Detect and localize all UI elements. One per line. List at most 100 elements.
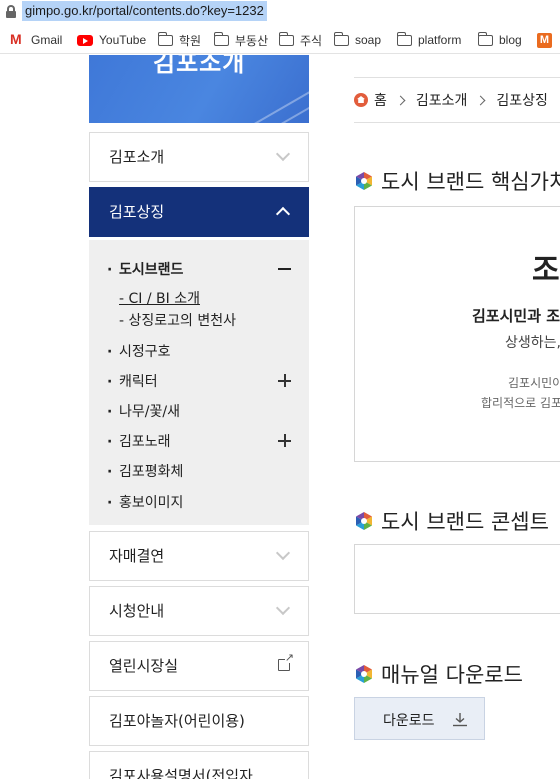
bookmark-folder-academy[interactable]: 학원	[157, 31, 202, 49]
chevron-right-icon	[475, 95, 486, 105]
breadcrumb-home[interactable]: 홈	[374, 90, 387, 110]
section-title-text: 매뉴얼 다운로드	[381, 663, 523, 687]
gimpo-logo-icon	[356, 172, 372, 190]
bookmark-label: blog	[499, 33, 522, 47]
submenu-label: 홍보이미지	[119, 495, 184, 511]
download-button[interactable]: 다운로드	[354, 697, 485, 740]
section-title-text: 도시 브랜드 핵심가치	[381, 170, 560, 194]
bookmark-folder-platform[interactable]: platform	[396, 31, 462, 49]
bookmark-folder-blog[interactable]: blog	[477, 31, 522, 49]
m-app-icon: M	[537, 32, 552, 48]
external-link-icon	[278, 652, 294, 671]
bookmark-gmail[interactable]: Gmail	[10, 31, 62, 49]
bookmarks-bar: Gmail YouTube 학원 부동산 주식 soap platform bl…	[0, 26, 560, 54]
submenu-label: 상징로고의 변천사	[128, 313, 237, 329]
sidebar-item-label: 김포사용설명서(전입자	[109, 767, 253, 779]
chevron-right-icon	[395, 95, 406, 105]
sidebar-item-symbols[interactable]: 김포상징	[89, 187, 309, 237]
minus-icon[interactable]	[278, 268, 291, 270]
bookmark-label: Gmail	[31, 33, 63, 47]
bookmark-folder-soap[interactable]: soap	[333, 31, 382, 49]
bookmark-label: platform	[418, 33, 462, 47]
folder-icon	[278, 31, 294, 46]
gimpo-logo-icon	[356, 512, 372, 530]
folder-icon	[333, 31, 349, 46]
gmail-icon	[10, 31, 25, 47]
core-values-heading: 조	[532, 253, 560, 288]
youtube-icon	[77, 34, 93, 46]
bookmark-label: 학원	[179, 33, 202, 48]
sidebar-item-city-hall-info[interactable]: 시청안내	[89, 586, 309, 636]
bookmark-label: YouTube	[99, 33, 147, 47]
submenu-label: CI / BI 소개	[128, 291, 200, 307]
gimpo-logo-icon	[356, 665, 372, 683]
submenu-item-ci-bi[interactable]: - CI / BI 소개	[119, 288, 200, 308]
sidebar-item-newcomer-guide[interactable]: 김포사용설명서(전입자	[89, 751, 309, 779]
chevron-down-icon	[275, 146, 291, 162]
bookmark-label: 부동산	[235, 33, 269, 48]
sidebar-item-label: 열린시장실	[109, 657, 179, 675]
bookmark-folder-stocks[interactable]: 주식	[278, 31, 323, 49]
folder-icon	[213, 31, 229, 46]
banner-title: 김포소개	[153, 55, 246, 77]
submenu-label: 김포평화체	[119, 464, 184, 480]
submenu-item-tree-flower-bird[interactable]: · 나무/꽃/새	[107, 401, 180, 421]
sidebar-item-kids[interactable]: 김포야놀자(어린이용)	[89, 696, 309, 746]
section-title-core-values: 도시 브랜드 핵심가치	[354, 166, 560, 196]
submenu-label: 시정구호	[119, 344, 171, 360]
sidebar-item-about[interactable]: 김포소개	[89, 132, 309, 182]
submenu-label: 나무/꽃/새	[119, 404, 180, 420]
submenu-label: 캐릭터	[119, 374, 158, 390]
sidebar-item-label: 김포야놀자(어린이용)	[109, 712, 245, 730]
submenu-item-song[interactable]: · 김포노래	[107, 431, 171, 451]
submenu-item-character[interactable]: · 캐릭터	[107, 371, 158, 391]
breadcrumb-about[interactable]: 김포소개	[416, 90, 468, 110]
plus-icon[interactable]	[278, 374, 291, 387]
bookmark-folder-realestate[interactable]: 부동산	[213, 31, 269, 49]
submenu-item-promo-images[interactable]: · 홍보이미지	[107, 492, 183, 512]
submenu-item-slogan[interactable]: · 시정구호	[107, 341, 171, 361]
sidebar-item-label: 자매결연	[109, 547, 165, 565]
sidebar-banner: 김포소개	[89, 55, 309, 123]
divider	[354, 77, 560, 78]
chevron-down-icon	[275, 600, 291, 616]
folder-icon	[157, 31, 173, 46]
folder-icon	[477, 31, 493, 46]
download-label: 다운로드	[383, 713, 435, 729]
core-values-line: 상생하는,	[505, 335, 560, 351]
address-bar[interactable]: gimpo.go.kr/portal/contents.do?key=1232	[0, 0, 560, 24]
section-title-concept: 도시 브랜드 콘셉트	[354, 506, 549, 536]
core-values-box: 조 김포시민과 조 상생하는, 김포시민이 합리적으로 김포	[354, 206, 560, 462]
breadcrumb: 홈 김포소개 김포상징	[354, 85, 560, 115]
download-icon	[453, 713, 467, 727]
breadcrumb-symbols[interactable]: 김포상징	[496, 90, 548, 110]
core-values-line: 김포시민과 조	[472, 307, 560, 325]
sidebar-item-mayor-office[interactable]: 열린시장실	[89, 641, 309, 691]
bookmark-m-app[interactable]: M	[537, 31, 558, 49]
folder-icon	[396, 31, 412, 46]
plus-icon[interactable]	[278, 434, 291, 447]
bookmark-youtube[interactable]: YouTube	[77, 31, 146, 49]
sidebar-submenu: · 도시브랜드 - CI / BI 소개 - 상징로고의 변천사 · 시정구호 · 캐…	[89, 240, 309, 525]
bookmark-label: soap	[355, 33, 382, 47]
concept-box	[354, 544, 560, 614]
sidebar-item-label: 김포소개	[109, 148, 165, 166]
submenu-item-font[interactable]: · 김포평화체	[107, 461, 183, 481]
submenu-label: 김포노래	[119, 434, 171, 450]
submenu-item-city-brand[interactable]: · 도시브랜드	[107, 259, 183, 279]
page-content: 김포소개 김포소개 김포상징 · 도시브랜드 - CI / BI 소개 - 상징로…	[0, 55, 560, 779]
section-title-manual: 매뉴얼 다운로드	[354, 659, 523, 689]
section-title-text: 도시 브랜드 콘셉트	[381, 510, 549, 534]
sidebar-item-sister-cities[interactable]: 자매결연	[89, 531, 309, 581]
sidebar-item-label: 시청안내	[109, 602, 165, 620]
lock-icon	[6, 5, 16, 18]
bookmark-label: 주식	[300, 33, 323, 48]
url-text[interactable]: gimpo.go.kr/portal/contents.do?key=1232	[22, 1, 267, 21]
sidebar-item-label: 김포상징	[109, 203, 165, 221]
chevron-down-icon	[275, 545, 291, 561]
home-icon[interactable]	[354, 93, 368, 107]
chevron-up-icon	[275, 206, 291, 222]
core-values-line: 김포시민이	[508, 376, 560, 390]
submenu-item-logo-history[interactable]: - 상징로고의 변천사	[119, 310, 236, 330]
submenu-label: 도시브랜드	[119, 262, 184, 278]
